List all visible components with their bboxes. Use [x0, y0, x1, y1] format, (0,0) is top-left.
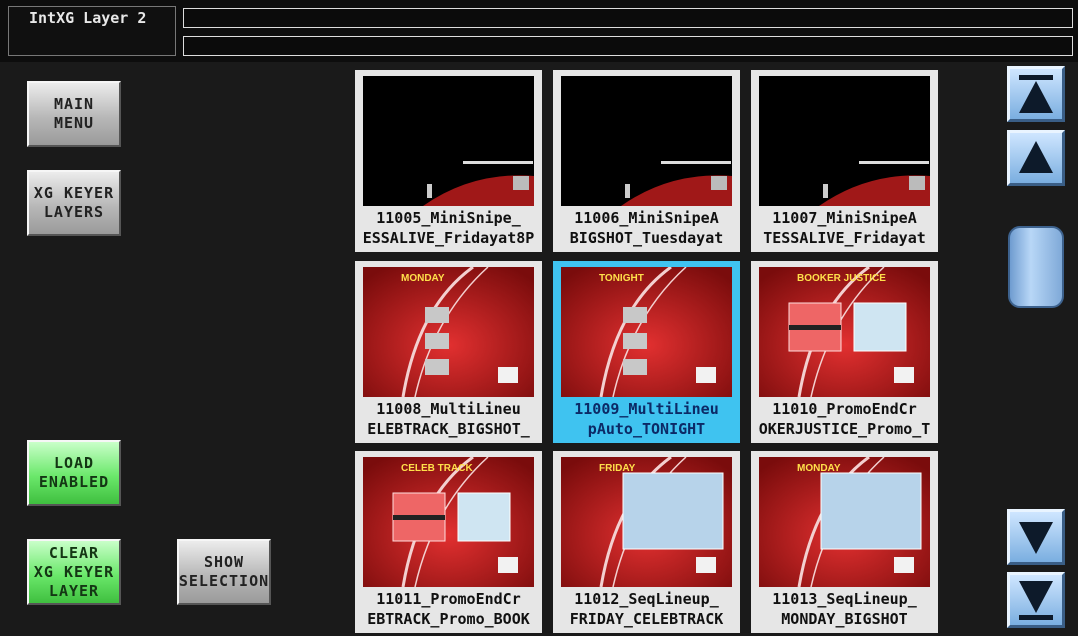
- thumbnail-preview: FRIDAY: [561, 457, 732, 587]
- scroll-up-icon: [1010, 133, 1062, 183]
- scroll-bottom-button[interactable]: [1007, 572, 1065, 628]
- thumbnail-caption: 11009_MultiLineu pAuto_TONIGHT: [553, 397, 740, 443]
- thumbnail-caption: 11005_MiniSnipe_ ESSALIVE_Fridayat8P: [355, 206, 542, 252]
- thumbnail-preview: TONIGHT: [561, 267, 732, 397]
- thumbnail-caption-line1: 11009_MultiLineu: [574, 400, 719, 418]
- thumbnail-preview: [363, 76, 534, 206]
- thumbnail-caption: 11007_MiniSnipeA TESSALIVE_Fridayat: [751, 206, 938, 252]
- thumbnail-preview: [561, 76, 732, 206]
- title-bar: IntXG Layer 2: [0, 0, 1078, 62]
- thumbnail-item[interactable]: 11006_MiniSnipeA BIGSHOT_Tuesdayat: [553, 70, 740, 252]
- scroll-bottom-icon: [1010, 575, 1062, 625]
- status-line-2: [183, 36, 1073, 56]
- thumbnail-caption: 11011_PromoEndCr EBTRACK_Promo_BOOK: [355, 587, 542, 633]
- thumbnail-caption: 11006_MiniSnipeA BIGSHOT_Tuesdayat: [553, 206, 740, 252]
- thumbnail-caption-line1: 11012_SeqLineup_: [574, 590, 719, 608]
- thumbnail-caption: 11008_MultiLineu ELEBTRACK_BIGSHOT_: [355, 397, 542, 443]
- thumbnail-preview: BOOKER JUSTICE: [759, 267, 930, 397]
- thumbnail-graphic-label: BOOKER JUSTICE: [797, 273, 886, 284]
- thumbnail-caption-line2: ELEBTRACK_BIGSHOT_: [367, 420, 530, 438]
- thumbnail-item[interactable]: MONDAY 11013_SeqLineup_ MONDAY_BIGSHOT: [751, 451, 938, 633]
- scrollbar-thumb[interactable]: [1008, 226, 1064, 308]
- thumbnail-caption: 11013_SeqLineup_ MONDAY_BIGSHOT: [751, 587, 938, 633]
- thumbnail-caption-line2: MONDAY_BIGSHOT: [781, 610, 908, 628]
- main-menu-button[interactable]: MAIN MENU: [27, 81, 121, 147]
- thumbnail-preview: CELEB TRACK: [363, 457, 534, 587]
- thumbnail-preview: [759, 76, 930, 206]
- thumbnail-item[interactable]: CELEB TRACK 11011_PromoEndCr EBTRACK_Promo…: [355, 451, 542, 633]
- thumbnail-caption-line1: 11006_MiniSnipeA: [574, 209, 719, 227]
- scroll-top-button[interactable]: [1007, 66, 1065, 122]
- thumbnail-preview: MONDAY: [363, 267, 534, 397]
- thumbnail-caption-line2: OKERJUSTICE_Promo_T: [758, 420, 931, 438]
- thumbnail-caption-line1: 11011_PromoEndCr: [376, 590, 521, 608]
- thumbnail-item[interactable]: 11005_MiniSnipe_ ESSALIVE_Fridayat8P: [355, 70, 542, 252]
- thumbnail-preview: MONDAY: [759, 457, 930, 587]
- thumbnail-caption-line1: 11005_MiniSnipe_: [376, 209, 521, 227]
- thumbnail-graphic-label: MONDAY: [401, 273, 445, 284]
- load-enabled-button[interactable]: LOAD ENABLED: [27, 440, 121, 506]
- thumbnail-caption-line2: BIGSHOT_Tuesdayat: [569, 229, 724, 247]
- clear-xg-keyer-layer-button[interactable]: CLEAR XG KEYER LAYER: [27, 539, 121, 605]
- thumbnail-caption-line2: pAuto_TONIGHT: [587, 420, 706, 438]
- thumbnail-caption-line2: FRIDAY_CELEBTRACK: [569, 610, 724, 628]
- thumbnail-item[interactable]: 11007_MiniSnipeA TESSALIVE_Fridayat: [751, 70, 938, 252]
- thumbnail-graphic-label: CELEB TRACK: [401, 463, 473, 474]
- thumbnail-caption-line1: 11010_PromoEndCr: [772, 400, 917, 418]
- thumbnail-caption-line2: TESSALIVE_Fridayat: [763, 229, 926, 247]
- xg-keyer-layers-button[interactable]: XG KEYER LAYERS: [27, 170, 121, 236]
- thumbnail-graphic-label: TONIGHT: [599, 273, 644, 284]
- scroll-down-button[interactable]: [1007, 509, 1065, 565]
- thumbnail-item[interactable]: TONIGHT 11009_MultiLineu pAuto_TONIGHT: [553, 261, 740, 443]
- thumbnail-item[interactable]: MONDAY 11008_MultiLineu ELEBTRACK_BIGSHOT_: [355, 261, 542, 443]
- show-selection-button[interactable]: SHOW SELECTION: [177, 539, 271, 605]
- thumbnail-graphic-label: FRIDAY: [599, 463, 636, 474]
- scroll-up-button[interactable]: [1007, 130, 1065, 186]
- scroll-down-icon: [1010, 512, 1062, 562]
- thumbnail-item[interactable]: BOOKER JUSTICE 11010_PromoEndCr OKERJUSTIC…: [751, 261, 938, 443]
- thumbnail-caption-line1: 11013_SeqLineup_: [772, 590, 917, 608]
- thumbnail-caption-line1: 11008_MultiLineu: [376, 400, 521, 418]
- scroll-top-icon: [1010, 69, 1062, 119]
- status-line-1: [183, 8, 1073, 28]
- thumbnail-caption: 11012_SeqLineup_ FRIDAY_CELEBTRACK: [553, 587, 740, 633]
- thumbnail-caption-line2: EBTRACK_Promo_BOOK: [367, 610, 530, 628]
- window-title: IntXG Layer 2: [8, 6, 176, 56]
- thumbnail-caption: 11010_PromoEndCr OKERJUSTICE_Promo_T: [751, 397, 938, 443]
- thumbnail-graphic-label: MONDAY: [797, 463, 841, 474]
- thumbnail-item[interactable]: FRIDAY 11012_SeqLineup_ FRIDAY_CELEBTRACK: [553, 451, 740, 633]
- thumbnail-caption-line2: ESSALIVE_Fridayat8P: [362, 229, 535, 247]
- thumbnail-caption-line1: 11007_MiniSnipeA: [772, 209, 917, 227]
